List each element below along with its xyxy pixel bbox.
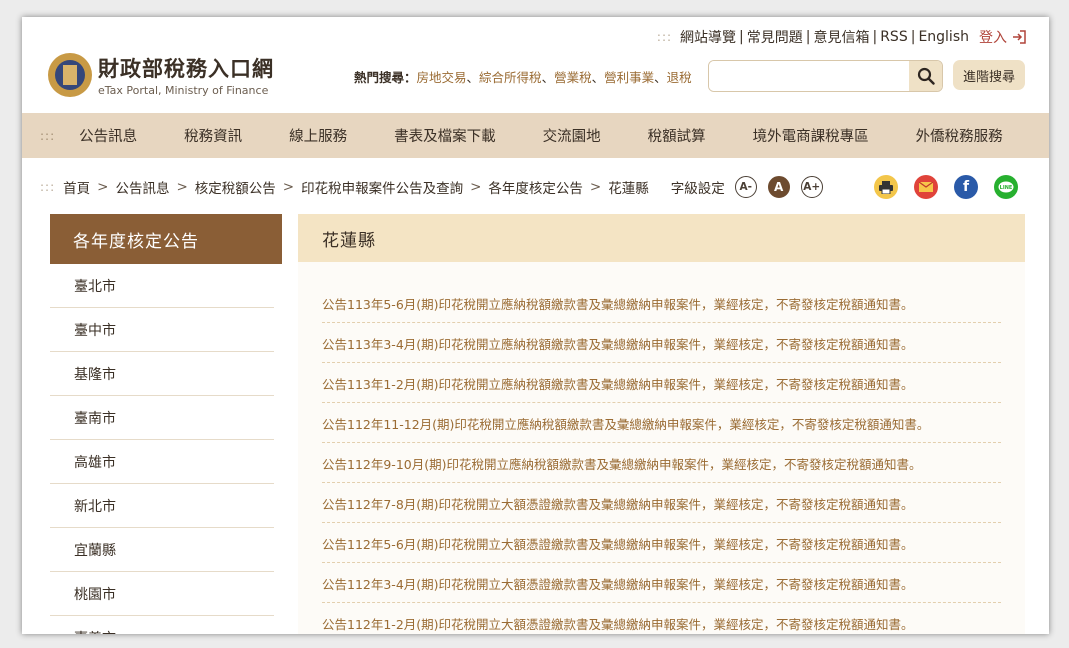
breadcrumb: ::: 首頁 > 公告訊息 > 核定稅額公告 > 印花稅申報案件公告及查詢 > 各年度核…: [40, 176, 834, 198]
nav-item-ecommerce[interactable]: 境外電商課稅專區: [753, 125, 869, 146]
hot-search: 熱門搜尋：房地交易、綜合所得稅、營業稅、營利事業、退稅: [354, 70, 692, 85]
font-small-button[interactable]: A-: [734, 176, 757, 198]
breadcrumb-stamp-tax[interactable]: 印花稅申報案件公告及查詢: [301, 177, 463, 197]
logo-title: 財政部稅務入口網: [98, 56, 274, 81]
search-icon: [917, 67, 935, 85]
sidebar-item-new-taipei[interactable]: 新北市: [50, 484, 274, 528]
advanced-search-button[interactable]: 進階搜尋: [953, 60, 1025, 90]
hot-search-label: 熱門搜尋：: [354, 70, 417, 85]
breadcrumb-home[interactable]: 首頁: [63, 177, 90, 197]
feedback-link[interactable]: 意見信箱: [813, 27, 869, 47]
nav-item-announcements[interactable]: 公告訊息: [79, 125, 137, 146]
page-title: 花蓮縣: [298, 214, 1025, 262]
search-input[interactable]: [709, 61, 904, 91]
line-icon[interactable]: LINE: [994, 175, 1018, 199]
breadcrumb-dots: :::: [40, 180, 56, 194]
list-item[interactable]: 公告113年3-4月(期)印花稅開立應納稅額繳款書及彙總繳納申報案件，業經核定，…: [322, 324, 1001, 363]
list-item[interactable]: 公告112年1-2月(期)印花稅開立大額憑證繳款書及彙總繳納申報案件，業經核定，…: [322, 604, 1001, 634]
ministry-emblem-icon: [48, 53, 92, 97]
login-label: 登入: [979, 30, 1007, 46]
nav-item-tax-info[interactable]: 稅務資訊: [184, 125, 242, 146]
list-item[interactable]: 公告112年5-6月(期)印花稅開立大額憑證繳款書及彙總繳納申報案件，業經核定，…: [322, 524, 1001, 563]
font-large-button[interactable]: A+: [800, 176, 823, 198]
login-icon: [1013, 30, 1026, 44]
sidebar-item-tainan[interactable]: 臺南市: [50, 396, 274, 440]
sitemap-link[interactable]: 網站導覽: [680, 27, 736, 47]
main-nav: ::: 公告訊息 稅務資訊 線上服務 書表及檔案下載 交流園地 稅額試算 境外電…: [22, 113, 1049, 158]
breadcrumb-assessment[interactable]: 核定稅額公告: [195, 177, 276, 197]
font-size-label: 字級設定: [670, 181, 725, 197]
rss-link[interactable]: RSS: [880, 29, 908, 45]
nav-dots: :::: [40, 128, 56, 143]
utility-links: ::: 網站導覽 | 常見問題 | 意見信箱 | RSS | English 登入: [657, 27, 1027, 47]
sidebar-item-taoyuan[interactable]: 桃園市: [50, 572, 274, 616]
breadcrumb-yearly[interactable]: 各年度核定公告: [488, 177, 583, 197]
main-content: 花蓮縣 公告113年5-6月(期)印花稅開立應納稅額繳款書及彙總繳納申報案件，業…: [298, 214, 1025, 634]
email-icon[interactable]: [914, 175, 938, 199]
search-button[interactable]: [909, 61, 942, 91]
share-toolbar: f LINE: [874, 175, 1018, 199]
nav-item-forms-download[interactable]: 書表及檔案下載: [394, 125, 496, 146]
facebook-icon[interactable]: f: [954, 175, 978, 199]
print-icon[interactable]: [874, 175, 898, 199]
svg-text:LINE: LINE: [1000, 185, 1013, 191]
sidebar-title: 各年度核定公告: [50, 214, 282, 264]
hot-term-1[interactable]: 房地交易: [417, 70, 467, 85]
sidebar-item-kaohsiung[interactable]: 高雄市: [50, 440, 274, 484]
hot-term-5[interactable]: 退稅: [667, 70, 692, 85]
list-item[interactable]: 公告112年9-10月(期)印花稅開立應納稅額繳款書及彙總繳納申報案件，業經核定…: [322, 444, 1001, 483]
sidebar-item-yilan[interactable]: 宜蘭縣: [50, 528, 274, 572]
login-link[interactable]: 登入: [979, 27, 1027, 47]
site-logo[interactable]: 財政部稅務入口網 eTax Portal, Ministry of Financ…: [48, 53, 274, 97]
sidebar-item-chiayi[interactable]: 嘉義市: [50, 616, 274, 634]
sidebar-item-keelung[interactable]: 基隆市: [50, 352, 274, 396]
breadcrumb-current: 花蓮縣: [608, 181, 649, 197]
hot-term-2[interactable]: 綜合所得稅: [479, 70, 542, 85]
faq-link[interactable]: 常見問題: [747, 27, 803, 47]
hot-term-4[interactable]: 營利事業: [604, 70, 654, 85]
sidebar-item-taichung[interactable]: 臺中市: [50, 308, 274, 352]
english-link[interactable]: English: [918, 29, 969, 45]
announcement-list: 公告113年5-6月(期)印花稅開立應納稅額繳款書及彙總繳納申報案件，業經核定，…: [322, 284, 1001, 634]
breadcrumb-announcements[interactable]: 公告訊息: [115, 177, 169, 197]
nav-item-foreigner-services[interactable]: 外僑稅務服務: [916, 125, 1003, 146]
list-item[interactable]: 公告112年11-12月(期)印花稅開立應納稅額繳款書及彙總繳納申報案件，業經核…: [322, 404, 1001, 443]
list-item[interactable]: 公告113年1-2月(期)印花稅開立應納稅額繳款書及彙總繳納申報案件，業經核定，…: [322, 364, 1001, 403]
list-item[interactable]: 公告112年7-8月(期)印花稅開立大額憑證繳款書及彙總繳納申報案件，業經核定，…: [322, 484, 1001, 523]
list-item[interactable]: 公告112年3-4月(期)印花稅開立大額憑證繳款書及彙總繳納申報案件，業經核定，…: [322, 564, 1001, 603]
nav-item-community[interactable]: 交流園地: [543, 125, 601, 146]
browser-page: ::: 網站導覽 | 常見問題 | 意見信箱 | RSS | English 登入 財政…: [22, 17, 1049, 634]
list-item[interactable]: 公告113年5-6月(期)印花稅開立應納稅額繳款書及彙總繳納申報案件，業經核定，…: [322, 284, 1001, 323]
search-box: [708, 60, 943, 92]
sidebar: 各年度核定公告 臺北市 臺中市 基隆市 臺南市 高雄市 新北市 宜蘭縣 桃園市 …: [50, 214, 282, 634]
utility-dots: :::: [656, 30, 673, 44]
hot-term-3[interactable]: 營業稅: [554, 70, 592, 85]
nav-item-online-services[interactable]: 線上服務: [289, 125, 347, 146]
nav-item-tax-calculator[interactable]: 稅額試算: [648, 125, 706, 146]
font-normal-button[interactable]: A: [767, 176, 790, 198]
logo-subtitle: eTax Portal, Ministry of Finance: [98, 84, 269, 97]
sidebar-item-taipei[interactable]: 臺北市: [50, 264, 274, 308]
